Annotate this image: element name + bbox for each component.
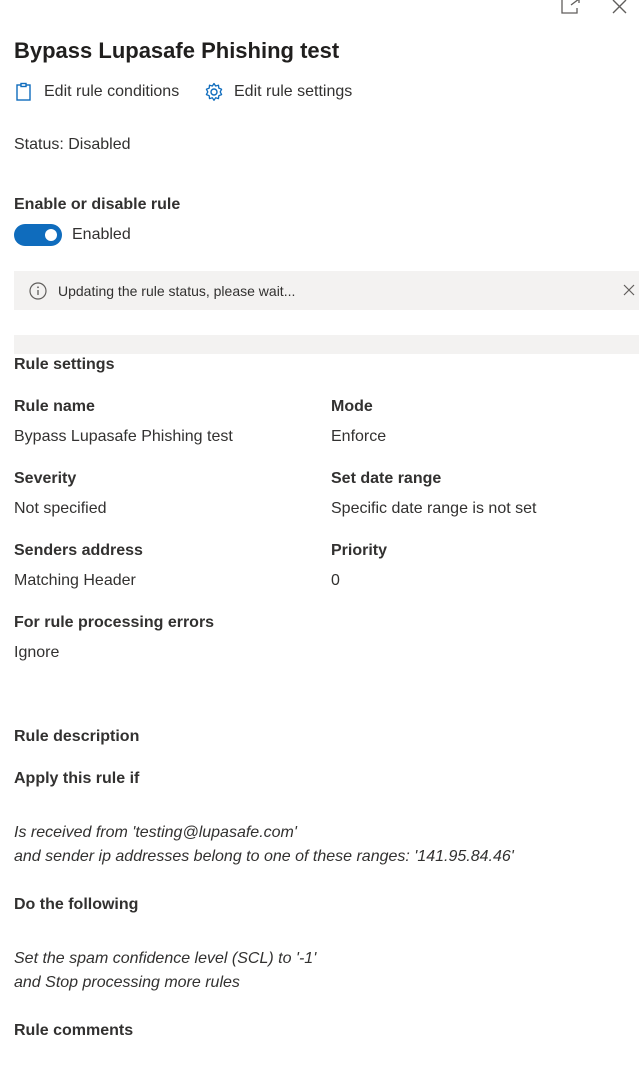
clipboard-edit-icon [16,82,31,101]
mode-label: Mode [331,398,373,415]
processing-errors-value: Ignore [14,644,60,661]
mode-value: Enforce [331,428,387,445]
condition-line: Is received from 'testing@lupasafe.com' [14,824,297,841]
section-divider [14,335,639,354]
rule-description-heading: Rule description [14,728,140,745]
rule-settings-heading: Rule settings [14,356,115,373]
info-icon [29,281,47,300]
processing-errors-label: For rule processing errors [14,614,215,631]
dismiss-icon[interactable] [623,284,635,296]
edit-rule-settings-label: Edit rule settings [234,83,353,100]
date-range-label: Set date range [331,470,442,487]
status-message-bar: Updating the rule status, please wait... [14,271,639,310]
enable-rule-toggle[interactable] [14,224,62,246]
action-line: and Stop processing more rules [14,974,240,991]
rule-name-label: Rule name [14,398,95,415]
rule-comments-heading: Rule comments [14,1022,134,1039]
toggle-knob [45,229,57,241]
severity-label: Severity [14,470,77,487]
enable-disable-label: Enable or disable rule [14,196,181,213]
rule-status-text: Status: Disabled [14,136,131,153]
rule-name-value: Bypass Lupasafe Phishing test [14,428,233,445]
priority-label: Priority [331,542,388,559]
panel-title: Bypass Lupasafe Phishing test [14,38,340,63]
gear-icon [205,82,223,101]
edit-rule-settings-button[interactable]: Edit rule settings [204,80,352,104]
apply-if-heading: Apply this rule if [14,770,140,787]
priority-value: 0 [331,572,340,589]
action-line: Set the spam confidence level (SCL) to '… [14,950,317,967]
toggle-state-text: Enabled [72,226,131,243]
edit-rule-conditions-button[interactable]: Edit rule conditions [14,80,179,104]
condition-line: and sender ip addresses belong to one of… [14,848,514,865]
edit-rule-conditions-label: Edit rule conditions [44,83,180,100]
senders-address-label: Senders address [14,542,143,559]
severity-value: Not specified [14,500,107,517]
date-range-value: Specific date range is not set [331,500,537,517]
message-bar-text: Updating the rule status, please wait... [58,282,296,299]
do-following-heading: Do the following [14,896,139,913]
close-icon[interactable] [611,0,627,14]
senders-address-value: Matching Header [14,572,136,589]
open-in-new-window-icon[interactable] [561,0,581,14]
